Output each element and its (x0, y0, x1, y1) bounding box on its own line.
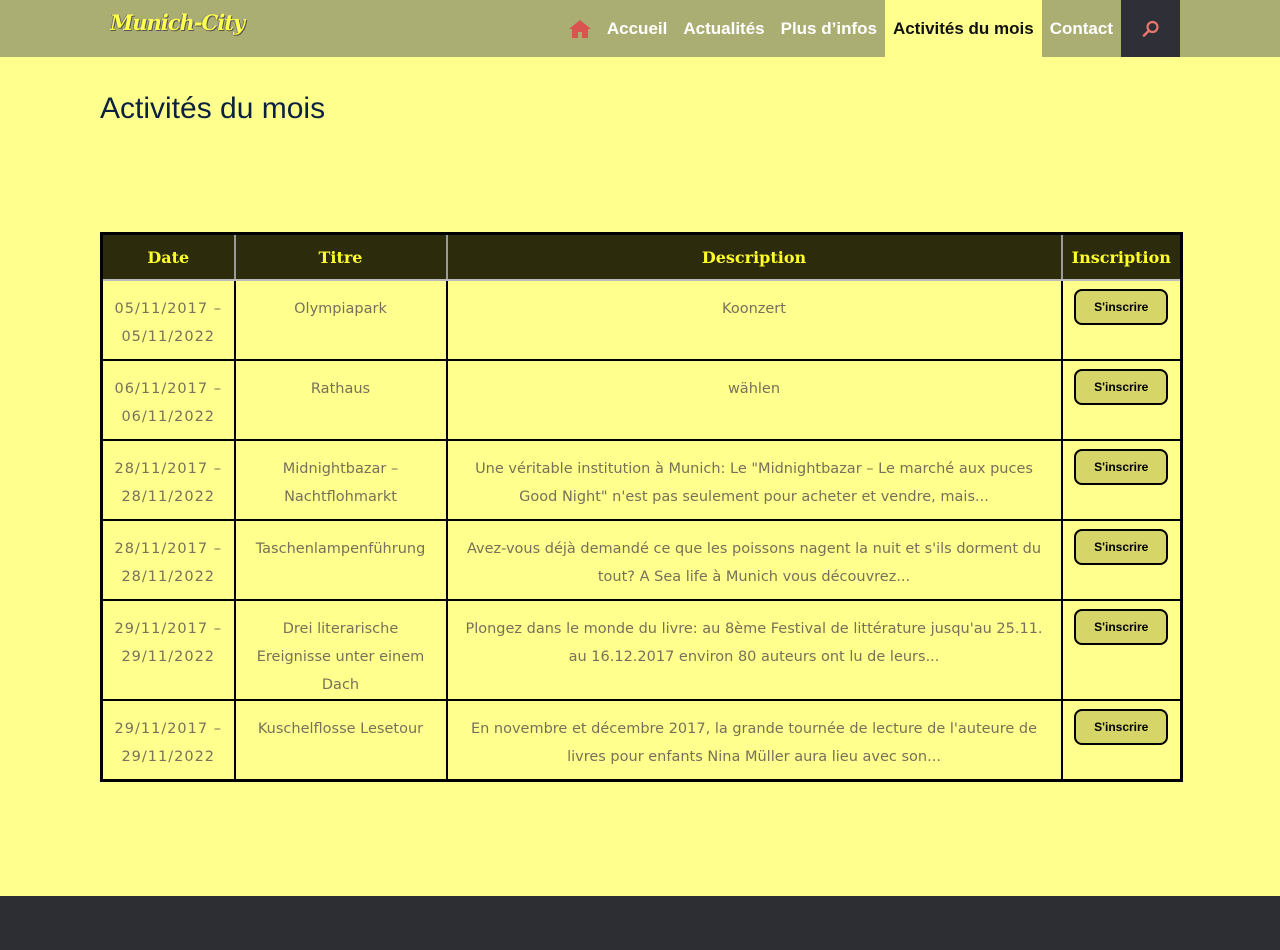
nav-item-contact[interactable]: Contact (1042, 0, 1121, 57)
cell-inscription: S'inscrire (1060, 279, 1183, 361)
page-title: Activités du mois (100, 92, 326, 125)
cell-date: 29/11/2017 – 29/11/2022 (100, 599, 236, 701)
register-button[interactable]: S'inscrire (1074, 289, 1169, 325)
cell-title: Midnightbazar – Nachtflohmarkt (233, 439, 448, 521)
cell-inscription: S'inscrire (1060, 439, 1183, 521)
column-header-title: Titre (233, 233, 448, 281)
register-button[interactable]: S'inscrire (1074, 609, 1169, 645)
search-icon (1142, 20, 1159, 37)
cell-date: 28/11/2017 – 28/11/2022 (100, 439, 236, 521)
table-header-row: Date Titre Description Inscription (100, 233, 1183, 281)
nav-home-link[interactable] (563, 0, 599, 57)
cell-description: wählen (445, 359, 1063, 441)
cell-description: Avez-vous déjà demandé ce que les poisso… (445, 519, 1063, 601)
cell-inscription: S'inscrire (1060, 519, 1183, 601)
cell-title: Kuschelflosse Lesetour (233, 699, 448, 781)
cell-description: En novembre et décembre 2017, la grande … (445, 699, 1063, 781)
site-logo[interactable]: Munich-City (110, 10, 245, 35)
nav-item-activites[interactable]: Activités du mois (884, 0, 1042, 57)
cell-description: Une véritable institution à Munich: Le "… (445, 439, 1063, 521)
table-row: 28/11/2017 – 28/11/2022 Taschenlampenfüh… (100, 519, 1183, 601)
nav-item-actualites[interactable]: Actualités (675, 0, 772, 57)
register-button[interactable]: S'inscrire (1074, 529, 1169, 565)
column-header-date: Date (100, 233, 236, 281)
cell-description: Koonzert (445, 279, 1063, 361)
nav-item-accueil[interactable]: Accueil (599, 0, 675, 57)
cell-date: 28/11/2017 – 28/11/2022 (100, 519, 236, 601)
activities-table: Date Titre Description Inscription 05/11… (100, 232, 1183, 782)
cell-description: Plongez dans le monde du livre: au 8ème … (445, 599, 1063, 701)
cell-title: Rathaus (233, 359, 448, 441)
cell-inscription: S'inscrire (1060, 599, 1183, 701)
column-header-description: Description (445, 233, 1063, 281)
cell-title: Drei literarische Ereignisse unter einem… (233, 599, 448, 701)
column-header-inscription: Inscription (1060, 233, 1183, 281)
cell-title: Olympiapark (233, 279, 448, 361)
cell-inscription: S'inscrire (1060, 699, 1183, 781)
table-row: 05/11/2017 – 05/11/2022 Olympiapark Koon… (100, 279, 1183, 361)
site-header: Munich-City Accueil Actualités Plus d’in… (0, 0, 1280, 57)
table-row: 28/11/2017 – 28/11/2022 Midnightbazar – … (100, 439, 1183, 521)
table-row: 29/11/2017 – 29/11/2022 Drei literarisch… (100, 599, 1183, 701)
table-row: 06/11/2017 – 06/11/2022 Rathaus wählen S… (100, 359, 1183, 441)
cell-inscription: S'inscrire (1060, 359, 1183, 441)
table-row: 29/11/2017 – 29/11/2022 Kuschelflosse Le… (100, 699, 1183, 781)
cell-date: 06/11/2017 – 06/11/2022 (100, 359, 236, 441)
main-nav: Accueil Actualités Plus d’infos Activité… (563, 0, 1180, 57)
register-button[interactable]: S'inscrire (1074, 709, 1169, 745)
nav-item-plus-infos[interactable]: Plus d’infos (773, 0, 885, 57)
cell-date: 05/11/2017 – 05/11/2022 (100, 279, 236, 361)
cell-title: Taschenlampenführung (233, 519, 448, 601)
search-button[interactable] (1121, 0, 1180, 57)
home-icon (568, 19, 591, 38)
site-footer (0, 896, 1280, 950)
cell-date: 29/11/2017 – 29/11/2022 (100, 699, 236, 781)
register-button[interactable]: S'inscrire (1074, 369, 1169, 405)
register-button[interactable]: S'inscrire (1074, 449, 1169, 485)
